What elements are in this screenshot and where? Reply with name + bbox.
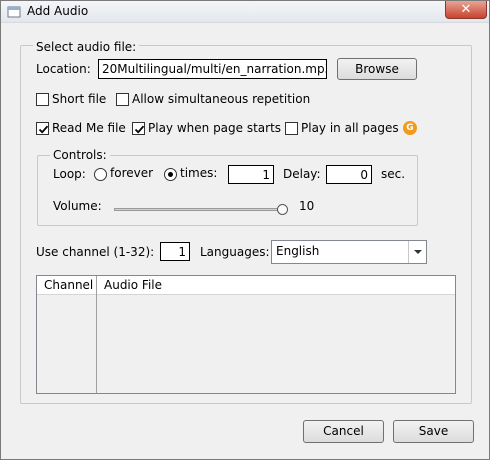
volume-value: 10: [299, 199, 315, 213]
cancel-button[interactable]: Cancel: [303, 420, 384, 443]
play-all-pages-label: Play in all pages: [301, 121, 399, 135]
allow-repetition-checkbox[interactable]: [116, 93, 129, 106]
location-label: Location:: [36, 62, 91, 76]
add-audio-dialog: Add Audio ✕ Select audio file: Location:…: [0, 0, 490, 460]
read-me-file-checkbox[interactable]: [36, 122, 49, 135]
select-audio-group-title: Select audio file:: [33, 40, 140, 54]
short-file-label: Short file: [52, 92, 107, 106]
times-input[interactable]: 1: [228, 165, 274, 184]
allow-repetition-label: Allow simultaneous repetition: [132, 92, 311, 106]
app-icon: [7, 6, 21, 18]
column-header-channel[interactable]: Channel: [44, 276, 93, 294]
browse-button[interactable]: Browse: [337, 58, 417, 80]
dropdown-arrow-icon[interactable]: [408, 241, 426, 263]
play-on-start-checkbox[interactable]: [132, 122, 145, 135]
forever-radio[interactable]: [94, 168, 107, 181]
checkmark-icon: [38, 125, 49, 134]
delay-input[interactable]: 0: [326, 165, 372, 184]
times-radio[interactable]: [164, 168, 177, 181]
languages-selected-value: English: [276, 244, 320, 258]
volume-slider-thumb[interactable]: [277, 204, 288, 215]
table-header: Channel Audio File: [37, 276, 455, 295]
g-badge-icon[interactable]: G: [403, 121, 417, 135]
read-me-file-label: Read Me file: [52, 121, 126, 135]
channel-input[interactable]: 1: [160, 242, 190, 261]
location-input[interactable]: 20Multilingual/multi/en_narration.mp3: [98, 59, 327, 79]
forever-label: forever: [110, 166, 154, 180]
checkmark-icon: [134, 125, 145, 134]
close-button[interactable]: ✕: [445, 1, 487, 19]
window-title: Add Audio: [27, 4, 89, 18]
play-on-start-label: Play when page starts: [148, 121, 282, 135]
languages-select[interactable]: English: [271, 240, 427, 264]
column-header-audio-file[interactable]: Audio File: [104, 276, 162, 294]
channel-audio-table[interactable]: Channel Audio File: [36, 275, 456, 394]
column-divider: [96, 276, 97, 393]
controls-group-title: Controls:: [50, 148, 110, 162]
short-file-checkbox[interactable]: [36, 93, 49, 106]
delay-unit-label: sec.: [381, 167, 406, 181]
title-bar: Add Audio ✕: [1, 1, 489, 23]
radio-selected-dot: [168, 172, 173, 177]
times-label: times:: [180, 166, 218, 180]
loop-label: Loop:: [53, 167, 86, 181]
channel-label: Use channel (1-32):: [36, 245, 155, 259]
play-all-pages-checkbox[interactable]: [285, 122, 298, 135]
languages-label: Languages:: [200, 245, 270, 259]
volume-slider-track[interactable]: [114, 208, 286, 211]
volume-label: Volume:: [53, 199, 102, 213]
delay-label: Delay:: [283, 167, 321, 181]
save-button[interactable]: Save: [393, 420, 474, 443]
